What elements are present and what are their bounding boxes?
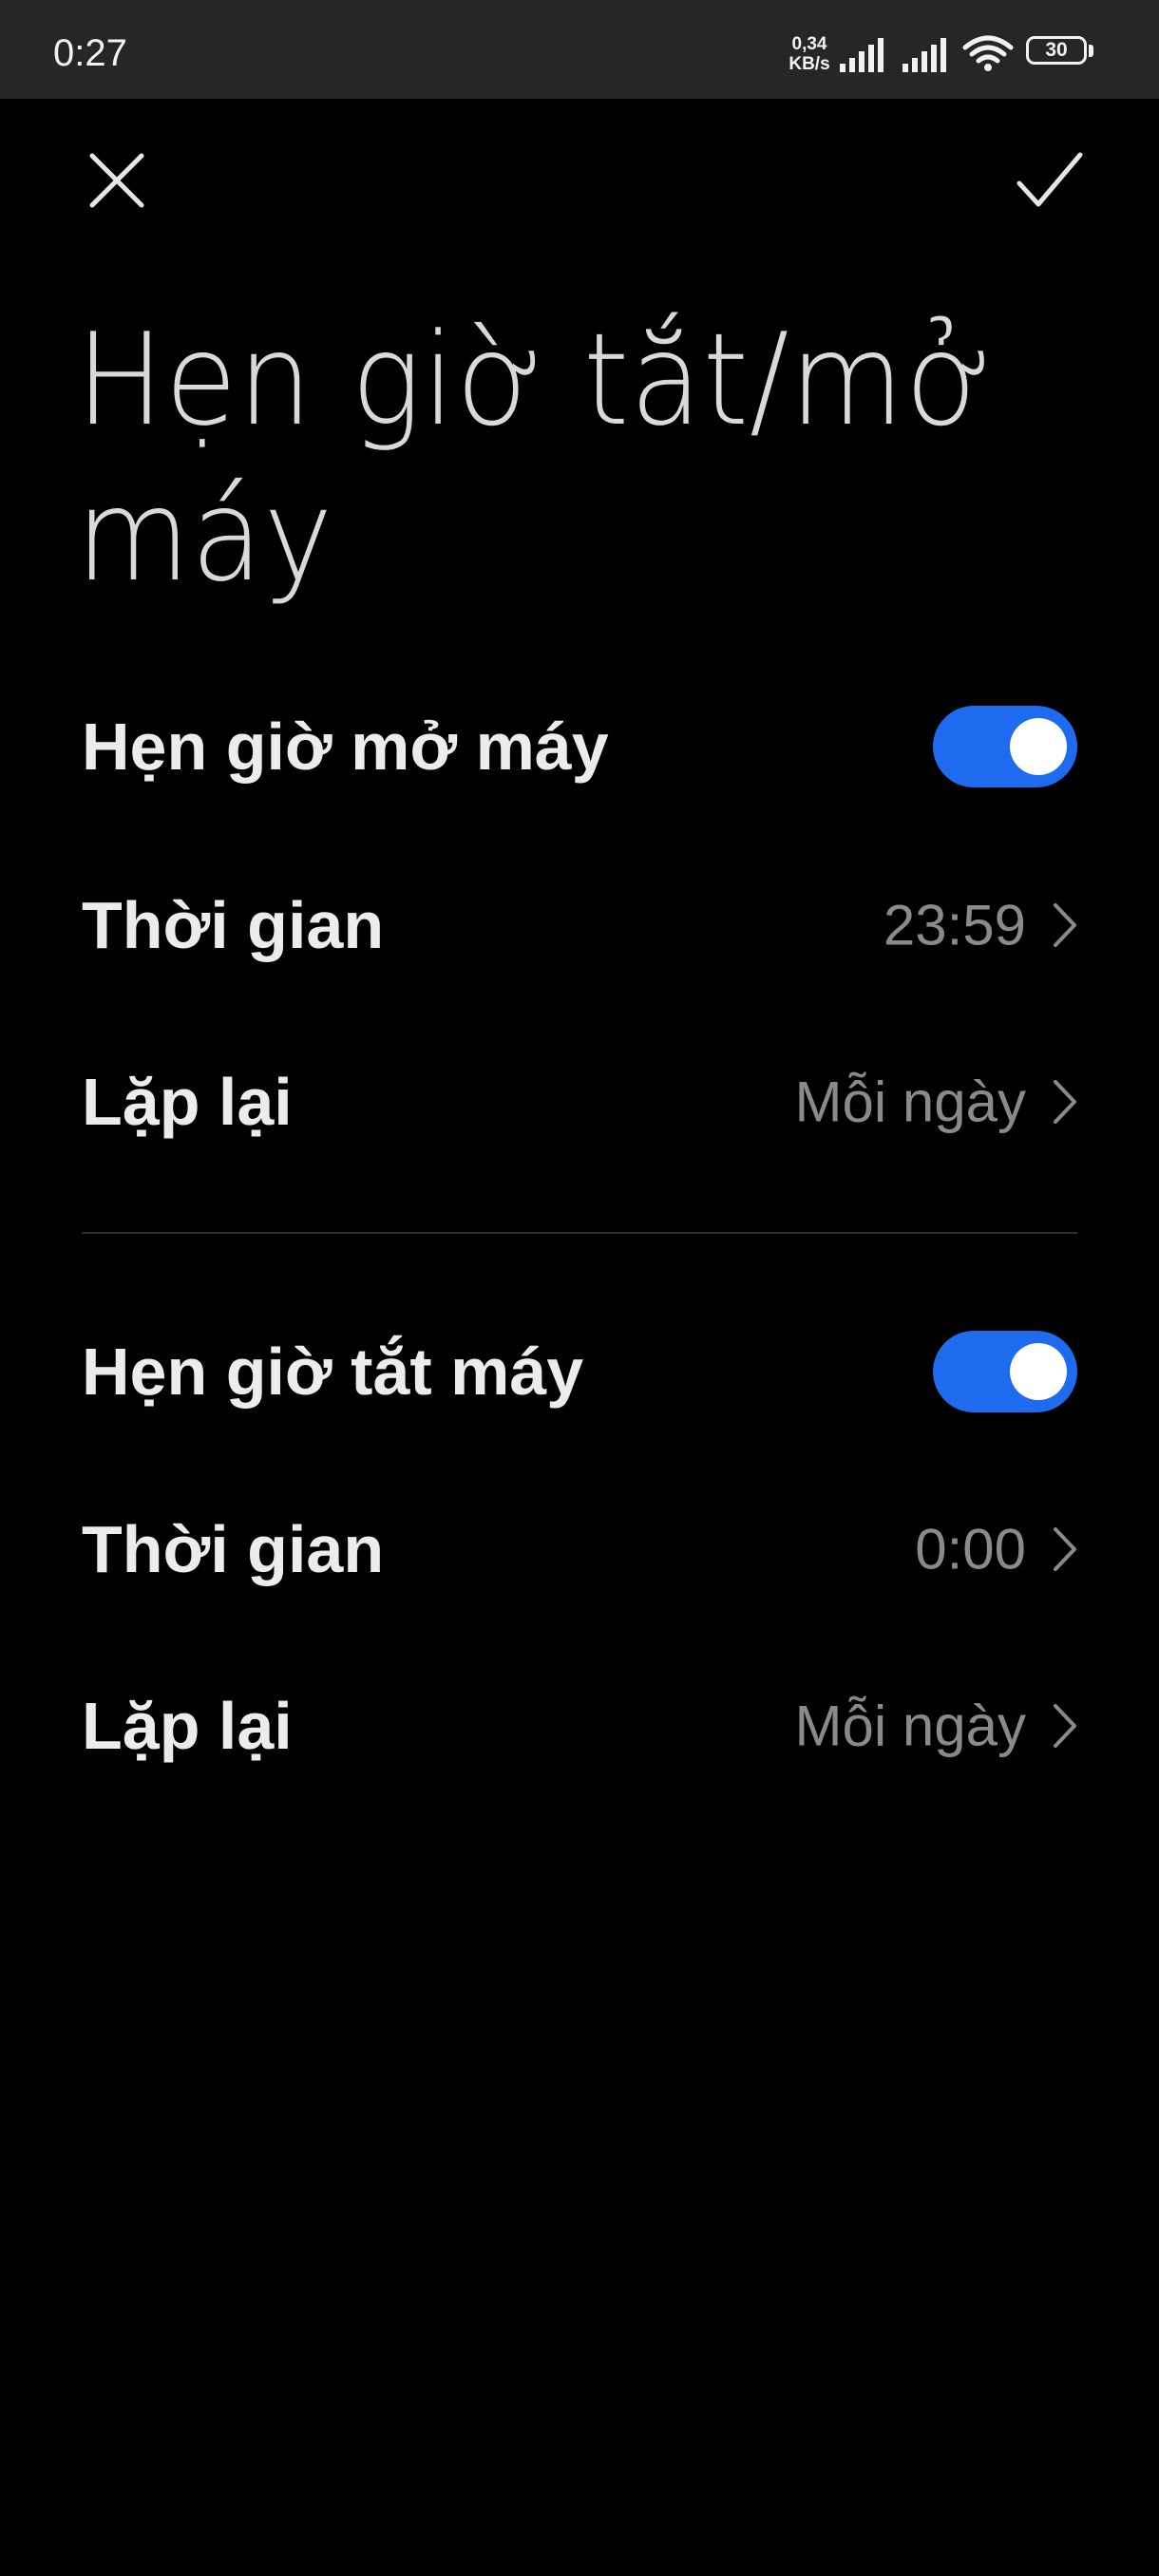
status-bar: 0:27 0,34 KB/s 30 xyxy=(0,0,1159,99)
power-on-time-value: 23:59 xyxy=(883,893,1026,957)
section-divider xyxy=(82,1232,1077,1234)
check-icon xyxy=(1016,152,1083,207)
power-on-repeat-row[interactable]: Lặp lại Mỗi ngày xyxy=(0,1016,1159,1187)
power-off-time-value: 0:00 xyxy=(915,1517,1026,1582)
toggle-knob xyxy=(1010,1343,1067,1400)
close-icon xyxy=(89,153,144,208)
power-on-repeat-value: Mỗi ngày xyxy=(794,1070,1026,1134)
power-off-repeat-row[interactable]: Lặp lại Mỗi ngày xyxy=(0,1640,1159,1811)
signal-strength-icon xyxy=(902,38,946,72)
toggle-knob xyxy=(1010,718,1067,775)
wifi-icon xyxy=(962,35,1014,71)
status-time: 0:27 xyxy=(53,32,127,74)
close-button[interactable] xyxy=(65,128,169,233)
power-on-toggle[interactable] xyxy=(933,706,1077,787)
power-off-toggle-row[interactable]: Hẹn giờ tắt máy xyxy=(0,1286,1159,1457)
network-speed-value: 0,34 xyxy=(791,34,827,54)
power-off-label: Hẹn giờ tắt máy xyxy=(82,1335,584,1409)
power-on-time-row[interactable]: Thời gian 23:59 xyxy=(0,840,1159,1011)
power-off-time-label: Thời gian xyxy=(82,1512,385,1586)
page-title: Hẹn giờ tắt/mở máy xyxy=(76,306,995,610)
network-speed-indicator: 0,34 KB/s xyxy=(785,34,834,74)
power-off-toggle[interactable] xyxy=(933,1331,1077,1412)
chevron-right-icon xyxy=(1054,903,1076,947)
power-on-time-label: Thời gian xyxy=(82,888,385,962)
chevron-right-icon xyxy=(1054,1704,1076,1748)
battery-level: 30 xyxy=(1045,39,1068,61)
battery-icon: 30 xyxy=(1026,36,1098,70)
power-on-toggle-row[interactable]: Hẹn giờ mở máy xyxy=(0,661,1159,832)
power-off-repeat-value: Mỗi ngày xyxy=(794,1694,1026,1758)
power-on-label: Hẹn giờ mở máy xyxy=(82,710,609,784)
chevron-right-icon xyxy=(1054,1527,1076,1571)
confirm-button[interactable] xyxy=(998,128,1102,233)
signal-strength-icon xyxy=(840,38,884,72)
network-speed-unit: KB/s xyxy=(788,54,830,74)
chevron-right-icon xyxy=(1054,1080,1076,1124)
power-on-repeat-label: Lặp lại xyxy=(82,1065,293,1139)
power-off-repeat-label: Lặp lại xyxy=(82,1689,293,1763)
power-off-time-row[interactable]: Thời gian 0:00 xyxy=(0,1464,1159,1635)
